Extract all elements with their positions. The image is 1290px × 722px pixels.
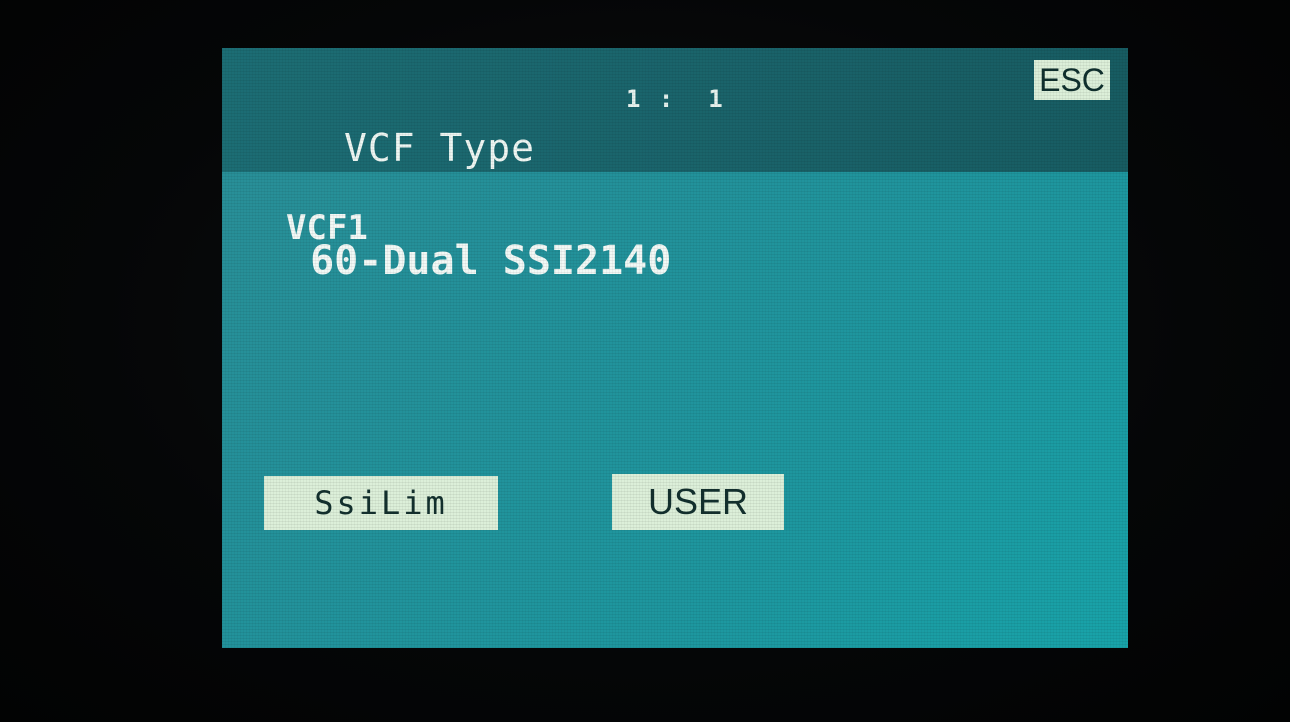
esc-button[interactable]: ESC: [1034, 60, 1110, 100]
position-indicator: 1 : 1: [626, 85, 725, 113]
ssilim-button[interactable]: SsiLim: [264, 476, 498, 530]
page-title: VCF Type: [344, 126, 536, 170]
lcd-screen: 1 : 1 VCF Type ESC VCF1 60-Dual SSI2140 …: [222, 48, 1128, 648]
user-button[interactable]: USER: [612, 474, 784, 530]
header-bar: 1 : 1 VCF Type ESC: [222, 48, 1128, 172]
parameter-value: 60-Dual SSI2140: [286, 238, 672, 284]
